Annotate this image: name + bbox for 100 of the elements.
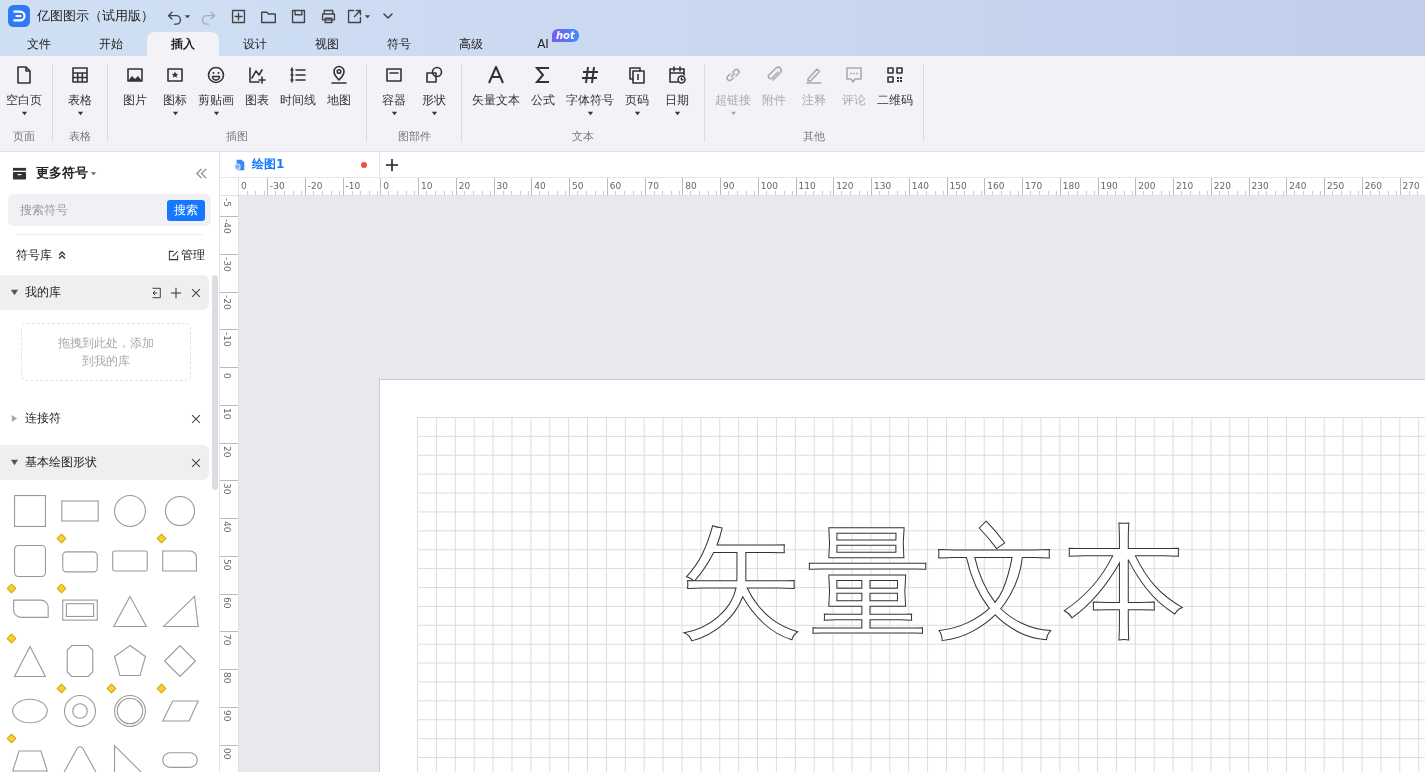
ruler-label: -40 — [222, 218, 232, 234]
ruler-label: 190 — [1099, 180, 1118, 192]
new-page-icon — [229, 7, 247, 25]
vector-text[interactable]: 矢量文本 — [679, 512, 1191, 652]
ruler-label: 70 — [222, 633, 232, 646]
ruler-label: -10 — [222, 331, 232, 347]
caret-icon — [90, 169, 97, 177]
document-icon — [234, 158, 246, 171]
ruler-label: -20 — [306, 180, 323, 192]
library-dropdown[interactable]: 更多符号 — [36, 164, 97, 182]
menu-tab[interactable]: 插入 — [147, 32, 219, 56]
shapes-icon — [424, 65, 444, 85]
ruler-label: 10 — [420, 180, 433, 192]
calendar-clock-icon — [667, 65, 687, 85]
ribbon-button[interactable]: 字体符号 — [564, 62, 616, 116]
ruler-label: 250 — [1326, 180, 1345, 192]
ruler-label: 160 — [986, 180, 1005, 192]
export-icon — [345, 7, 363, 25]
ruler-label: 40 — [222, 520, 232, 533]
ribbon-button[interactable]: 表格 — [61, 62, 99, 116]
close-icon[interactable] — [190, 412, 202, 425]
ruler-label: 210 — [1175, 180, 1194, 192]
ruler-label: 00 — [222, 746, 232, 759]
double-chevron-icon[interactable] — [57, 250, 67, 260]
ruler-label: 20 — [222, 444, 232, 457]
ribbon-button[interactable]: 图标 — [156, 62, 194, 116]
group-label: 插图 — [226, 129, 248, 144]
group-label: 表格 — [69, 129, 91, 144]
ruler-label: 130 — [873, 180, 892, 192]
ribbon-button[interactable]: 形状 — [415, 62, 453, 116]
marker-icon — [106, 683, 117, 694]
ruler-label: 50 — [222, 557, 232, 571]
ruler-label: 30 — [222, 482, 232, 495]
ribbon-button[interactable]: 图片 — [116, 62, 154, 116]
menu-tab[interactable]: 高级 — [435, 32, 507, 56]
ruler-label: 90 — [722, 180, 735, 192]
ruler-label: 200 — [1137, 180, 1156, 192]
ribbon-button[interactable]: 时间线 — [278, 62, 318, 116]
manage-button[interactable]: 管理 — [168, 246, 205, 264]
marker-icon — [6, 633, 17, 644]
letter-a-icon — [486, 65, 506, 85]
document-tab[interactable]: 绘图1 — [220, 152, 380, 177]
plus-icon[interactable] — [170, 286, 182, 299]
group-label: 其他 — [803, 129, 825, 144]
ribbon-button[interactable]: 页码 — [618, 62, 656, 116]
ribbon-button[interactable]: 剪贴画 — [196, 62, 236, 116]
close-icon[interactable] — [190, 286, 202, 299]
section-title: 基本绘图形状 — [25, 454, 97, 471]
import-icon[interactable] — [150, 286, 162, 299]
ribbon-button[interactable]: 地图 — [320, 62, 358, 116]
menu-tab[interactable]: 开始 — [75, 32, 147, 56]
section-header[interactable]: 基本绘图形状 — [0, 445, 209, 480]
caret-icon — [363, 12, 371, 20]
chevron-down-icon — [383, 13, 393, 19]
marker-icon — [156, 533, 167, 544]
ruler-label: 150 — [948, 180, 967, 192]
search-field[interactable]: 搜索符号 搜索 — [8, 194, 211, 226]
ribbon-button[interactable]: 二维码 — [875, 62, 915, 116]
pages-icon — [627, 65, 647, 85]
search-button[interactable]: 搜索 — [167, 199, 205, 221]
table-icon — [70, 65, 90, 85]
ruler-label: 80 — [222, 671, 232, 684]
ruler-label: -30 — [269, 180, 285, 192]
line-chart-icon — [247, 65, 267, 85]
expand-triangle-icon — [10, 414, 19, 423]
ruler-label: 140 — [910, 180, 929, 192]
section-header[interactable]: 我的库 — [0, 275, 209, 310]
ruler-label: 260 — [1363, 180, 1382, 192]
ruler-label: 170 — [1024, 180, 1043, 192]
ruler-label: 50 — [571, 180, 584, 192]
ribbon-button[interactable]: 图表 — [238, 62, 276, 116]
ribbon-button[interactable]: 公式 — [524, 62, 562, 116]
ruler-label: 10 — [222, 406, 232, 420]
group-label: 文本 — [572, 129, 594, 144]
ruler-label: 180 — [1061, 180, 1080, 192]
image-icon — [125, 65, 145, 85]
ribbon-button[interactable]: 空白页 — [4, 62, 44, 116]
marker-icon — [6, 583, 17, 594]
ribbon-button[interactable]: 矢量文本 — [470, 62, 522, 116]
star-frame-icon — [165, 65, 185, 85]
ruler-label: 240 — [1288, 180, 1307, 192]
ribbon-button[interactable]: 日期 — [658, 62, 696, 116]
menu-tab[interactable]: 视图 — [291, 32, 363, 56]
expand-triangle-icon — [10, 288, 19, 297]
ruler-label: 0 — [240, 180, 247, 192]
menu-tab[interactable]: 符号 — [363, 32, 435, 56]
ruler-label: 220 — [1212, 180, 1231, 192]
ruler-label: -5 — [222, 197, 232, 207]
ruler-label: 80 — [684, 180, 697, 192]
section-header[interactable]: 连接符 — [0, 401, 209, 436]
section-title: 我的库 — [25, 284, 61, 301]
ruler-label: 40 — [533, 180, 546, 192]
add-tab-icon[interactable] — [385, 157, 399, 172]
close-icon[interactable] — [190, 456, 202, 469]
ruler-label: -30 — [222, 255, 232, 272]
menu-tab[interactable]: 设计 — [219, 32, 291, 56]
ribbon-button[interactable]: 容器 — [375, 62, 413, 116]
ruler-label: 0 — [222, 372, 232, 379]
ruler-label: 30 — [495, 180, 508, 192]
menu-tab[interactable]: 文件 — [3, 32, 75, 56]
